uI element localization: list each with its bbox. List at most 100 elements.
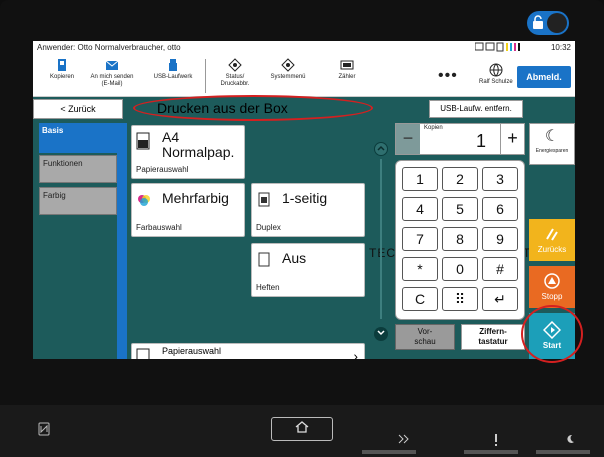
copy-icon [58, 59, 66, 71]
toolbar-counter-label: Zähler [338, 74, 356, 80]
color-mode-icon [138, 195, 150, 206]
energy-saver-button[interactable]: ☾ Energiesparen [529, 123, 575, 165]
toolbar-status-label: Status/ Druckabbr. [220, 74, 250, 87]
paper-selection-caption: Papierauswahl [136, 165, 189, 174]
toolbar-copy-label: Kopieren [49, 74, 75, 80]
key-3[interactable]: 3 [482, 167, 518, 191]
toolbar-send-to-me[interactable]: An mich senden (E-Mail) [89, 58, 135, 88]
reset-label: Zurücks [537, 245, 567, 254]
color-selection-card[interactable]: Mehrfarbig Farbauswahl [131, 183, 245, 237]
staple-value: Aus [282, 250, 307, 266]
chevron-up-icon [377, 145, 385, 151]
key-7[interactable]: 7 [402, 227, 438, 251]
settings-panel: A4 Normalpap. Papierauswahl Mehrfarbig F… [127, 123, 371, 359]
toolbar-system-menu-label: Systemmenü [270, 74, 306, 80]
preview-button[interactable]: Vor- schau [395, 324, 455, 350]
toolbar-usb-drive-label: USB-Laufwerk [153, 74, 193, 80]
scroll-track[interactable] [380, 159, 382, 319]
system-menu-icon [281, 58, 295, 72]
key-6[interactable]: 6 [482, 197, 518, 221]
toolbar-status[interactable]: Status/ Druckabbr. [215, 58, 255, 88]
nfc-icon [38, 422, 50, 439]
key-enter-icon[interactable]: ↵ [482, 287, 518, 311]
data-led-icon [398, 434, 410, 447]
duplex-icon [258, 192, 270, 207]
stop-icon [544, 273, 560, 289]
usb-drive-icon [169, 59, 177, 71]
stop-button[interactable]: Stopp [529, 266, 575, 308]
chevron-right-icon: › [353, 348, 358, 359]
reset-icon [546, 228, 558, 241]
counter-icon [340, 60, 354, 70]
globe-icon [489, 63, 503, 77]
moon-icon: ☾ [544, 128, 560, 145]
more-menu-button[interactable]: ••• [438, 67, 458, 85]
system-status-icons [474, 42, 535, 54]
title-highlight-circle [133, 95, 373, 121]
paper-type-value: Normalpap. [162, 144, 235, 160]
key-4[interactable]: 4 [402, 197, 438, 221]
tab-funktionen[interactable]: Funktionen [39, 155, 117, 183]
duplex-caption: Duplex [256, 223, 281, 232]
paper-size-value: A4 [162, 129, 180, 145]
toolbar-usb-drive[interactable]: USB-Laufwerk [149, 58, 197, 81]
tab-rail [117, 123, 127, 359]
user-status: Anwender: Otto Normalverbraucher, otto [37, 43, 181, 52]
top-toolbar: Kopieren An mich senden (E-Mail) USB-Lau… [33, 55, 575, 97]
copies-control: − Kopien 1 + [395, 123, 525, 155]
clock: 10:32 [550, 43, 571, 52]
key-0[interactable]: 0 [442, 257, 478, 281]
scroll-up-button[interactable] [374, 142, 388, 156]
keypad-toggle-button[interactable]: Ziffern- tastatur [461, 324, 525, 350]
copies-decrease-button[interactable]: − [396, 124, 420, 154]
touch-screen: Anwender: Otto Normalverbraucher, otto 1… [33, 41, 575, 359]
toolbar-system-menu[interactable]: Systemmenü [267, 58, 309, 81]
reset-button[interactable]: Zurücks [529, 219, 575, 261]
toolbar-counter[interactable]: Zähler [329, 58, 365, 81]
key-8[interactable]: 8 [442, 227, 478, 251]
numeric-keypad: 1 2 3 4 5 6 7 8 9 * 0 # C ⠿ ↵ [395, 160, 525, 320]
house-icon [295, 421, 309, 433]
usb-remove-button[interactable]: USB-Laufw. entfern. [429, 100, 523, 118]
staple-icon [258, 252, 270, 267]
toolbar-send-to-me-label: An mich senden (E-Mail) [90, 74, 134, 87]
user-name: Ralf Schulze [479, 79, 513, 85]
key-asterisk[interactable]: * [402, 257, 438, 281]
key-1[interactable]: 1 [402, 167, 438, 191]
toolbar-divider [205, 59, 206, 93]
keypad-toggle-label: Ziffern- tastatur [478, 327, 508, 346]
duplex-value: 1-seitig [282, 190, 328, 206]
home-button[interactable] [271, 417, 333, 441]
copies-increase-button[interactable]: + [500, 124, 524, 154]
back-button[interactable]: < Zurück [33, 99, 123, 119]
key-5[interactable]: 5 [442, 197, 478, 221]
key-2[interactable]: 2 [442, 167, 478, 191]
staple-card[interactable]: Aus Heften [251, 243, 365, 297]
key-keypad-grid-icon[interactable]: ⠿ [442, 287, 478, 311]
lock-toggle[interactable] [527, 11, 569, 35]
key-hash[interactable]: # [482, 257, 518, 281]
data-led [362, 450, 416, 454]
key-clear[interactable]: C [402, 287, 438, 311]
tab-farbig[interactable]: Farbig [39, 187, 117, 215]
duplex-card[interactable]: 1-seitig Duplex [251, 183, 365, 237]
tab-column: Basis Funktionen Farbig [33, 123, 127, 359]
scroll-down-button[interactable] [374, 327, 388, 341]
tab-basis[interactable]: Basis [39, 123, 117, 153]
attention-led [464, 450, 518, 454]
energy-led-icon [565, 434, 575, 447]
key-9[interactable]: 9 [482, 227, 518, 251]
copies-value[interactable]: 1 [476, 131, 486, 152]
energy-saver-label: Energiesparen [535, 148, 569, 154]
logout-button[interactable]: Abmeld. [517, 66, 571, 88]
color-selection-caption: Farbauswahl [136, 223, 182, 232]
paper-tray-icon-2 [136, 348, 150, 359]
paper-selection-card-2[interactable]: Papierauswahl › [131, 343, 365, 359]
paper-selection-card[interactable]: A4 Normalpap. Papierauswahl [131, 125, 245, 179]
user-profile-button[interactable]: Ralf Schulze [479, 63, 513, 85]
paper-tray-icon [136, 132, 150, 150]
chevron-down-icon [377, 330, 385, 336]
status-icon [228, 58, 242, 72]
energy-led [536, 450, 590, 454]
toolbar-copy[interactable]: Kopieren [45, 58, 79, 81]
